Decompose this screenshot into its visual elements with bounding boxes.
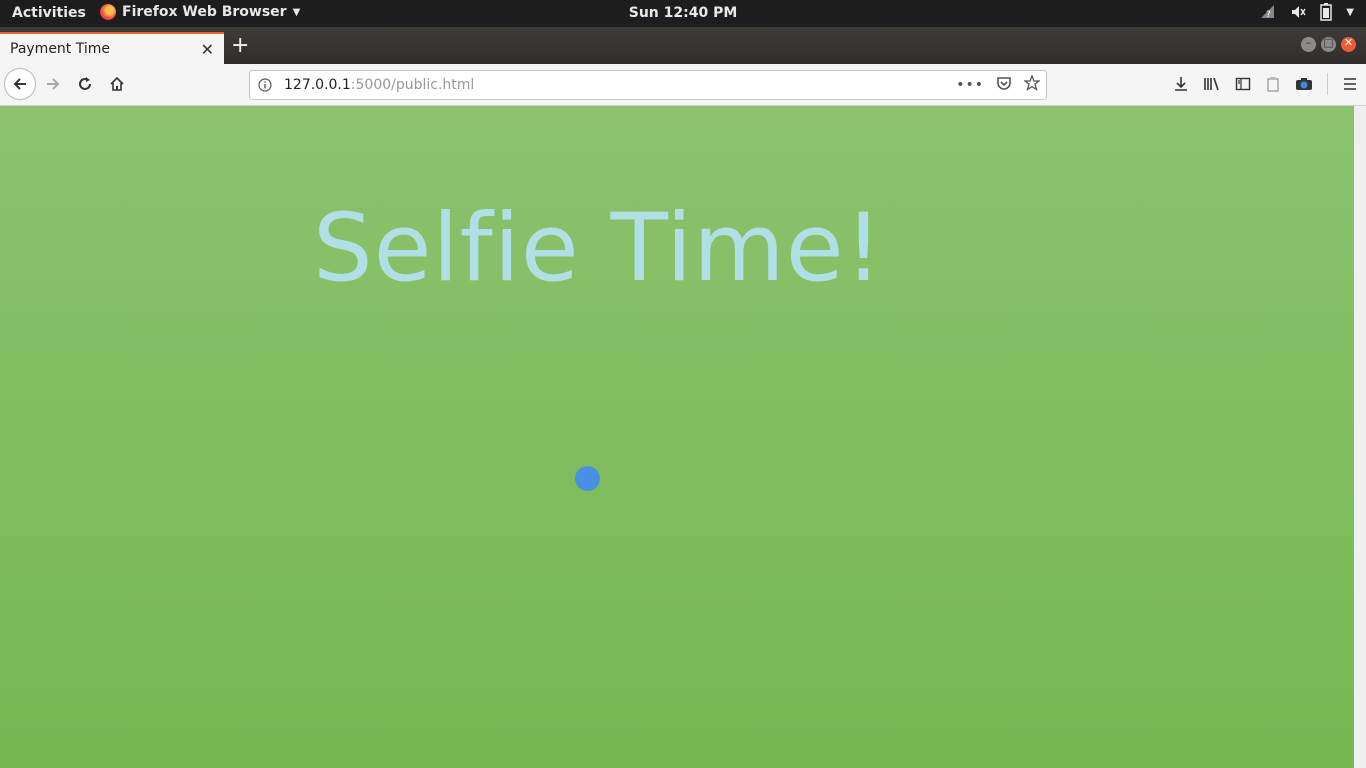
forward-button[interactable] xyxy=(38,69,68,99)
page-content: Selfie Time! xyxy=(0,106,1354,768)
close-tab-icon[interactable]: ✕ xyxy=(201,40,214,59)
arrow-right-icon xyxy=(47,78,60,90)
library-icon[interactable] xyxy=(1203,76,1221,96)
url-bar[interactable]: 127.0.0.1:5000/public.html ••• xyxy=(249,70,1047,100)
url-text[interactable]: 127.0.0.1:5000/public.html xyxy=(284,77,474,93)
volume-muted-icon[interactable] xyxy=(1290,4,1306,20)
menu-icon[interactable] xyxy=(1342,76,1358,96)
toolbar-icons xyxy=(1173,73,1358,96)
home-button[interactable] xyxy=(102,69,132,99)
sidebar-icon[interactable] xyxy=(1235,76,1251,96)
new-tab-icon[interactable]: + xyxy=(231,35,249,57)
screenshot-icon[interactable] xyxy=(1265,76,1281,96)
tab-strip: Payment Time ✕ + – □ ✕ xyxy=(0,27,1366,64)
home-icon xyxy=(110,76,124,91)
bookmark-star-icon[interactable] xyxy=(1023,74,1041,95)
system-tray[interactable]: ? ▼ xyxy=(1260,3,1354,21)
arrow-left-icon xyxy=(13,78,26,90)
page-actions-icon[interactable]: ••• xyxy=(956,77,984,93)
clock[interactable]: Sun 12:40 PM xyxy=(0,5,1366,21)
site-info-icon[interactable] xyxy=(258,77,272,96)
network-question-icon[interactable]: ? xyxy=(1260,4,1276,20)
reload-icon xyxy=(79,77,91,90)
tab-title: Payment Time xyxy=(10,41,111,57)
blue-dot xyxy=(575,466,600,491)
navigation-toolbar: 127.0.0.1:5000/public.html ••• xyxy=(0,64,1366,106)
svg-text:?: ? xyxy=(1266,10,1271,20)
url-actions: ••• xyxy=(956,74,1041,95)
url-path: :5000/public.html xyxy=(350,77,475,93)
vertical-scrollbar[interactable] xyxy=(1354,106,1366,768)
window-controls: – □ ✕ xyxy=(1301,36,1356,52)
tab-payment-time[interactable]: Payment Time ✕ xyxy=(0,32,224,64)
pocket-icon[interactable] xyxy=(996,75,1012,95)
maximize-icon[interactable]: □ xyxy=(1321,36,1336,52)
download-icon[interactable] xyxy=(1173,76,1189,96)
battery-icon[interactable] xyxy=(1320,3,1333,21)
url-host: 127.0.0.1 xyxy=(284,77,351,93)
system-menu-caret-icon[interactable]: ▼ xyxy=(1346,7,1354,18)
close-window-icon[interactable]: ✕ xyxy=(1341,36,1356,52)
page-headline: Selfie Time! xyxy=(313,194,884,303)
toolbar-separator xyxy=(1327,73,1328,95)
system-top-bar: Activities Firefox Web Browser ▼ Sun 12:… xyxy=(0,0,1366,27)
back-button[interactable] xyxy=(4,68,36,100)
minimize-icon[interactable]: – xyxy=(1301,36,1316,52)
reload-button[interactable] xyxy=(70,69,100,99)
camera-extension-icon[interactable] xyxy=(1295,76,1313,96)
